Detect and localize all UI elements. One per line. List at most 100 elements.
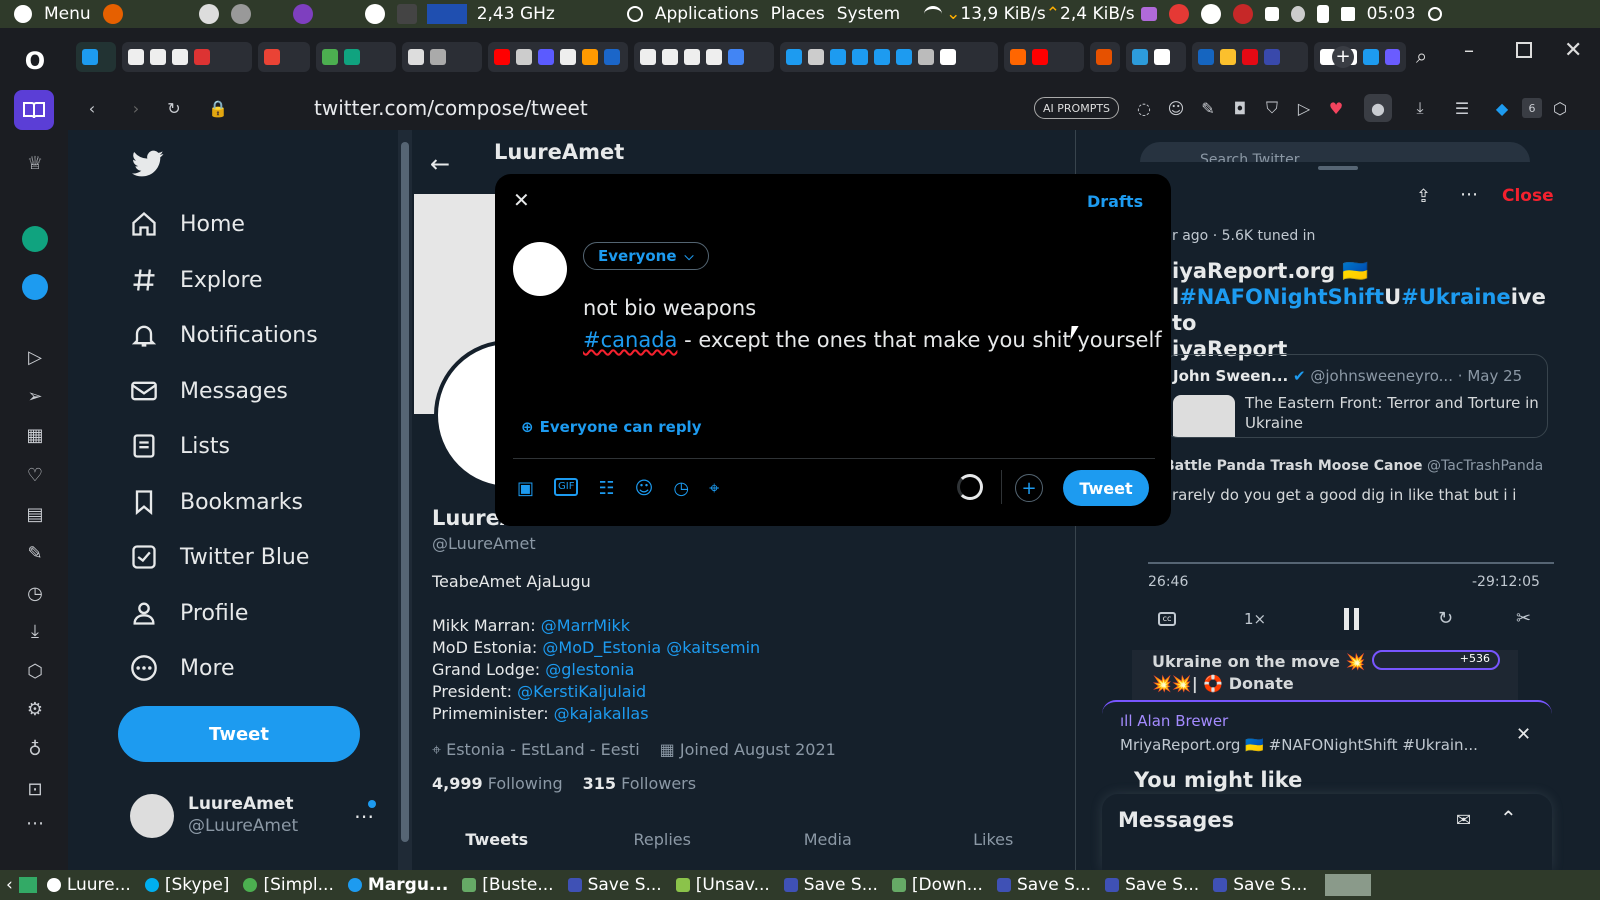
taskbar-item[interactable]: Save S... xyxy=(1105,875,1199,895)
mini-close-icon[interactable]: ✕ xyxy=(1516,724,1531,745)
bio-link[interactable]: @kajakallas xyxy=(554,704,649,723)
bio-link[interactable]: @KerstiKaljulaid xyxy=(517,682,646,701)
vpn-shield-icon[interactable] xyxy=(1264,7,1279,21)
show-desktop-icon[interactable] xyxy=(18,877,37,893)
chat-icon[interactable]: ◌ xyxy=(1134,98,1154,118)
search-tabs-icon[interactable]: ⌕ xyxy=(1416,44,1427,68)
followers-link[interactable]: 315 Followers xyxy=(583,774,696,793)
photo-app-icon[interactable] xyxy=(1140,7,1157,21)
tab-group[interactable] xyxy=(258,42,310,72)
shield-icon[interactable]: ⛉ xyxy=(1262,98,1282,118)
nav-twitter-blue[interactable]: Twitter Blue xyxy=(130,537,309,577)
bio-link[interactable]: @MoD_Estonia @kaitsemin xyxy=(542,638,760,657)
tweet-submit-button[interactable]: Tweet xyxy=(1063,470,1149,506)
pencil-icon[interactable]: ✎ xyxy=(1198,98,1218,118)
nav-bookmarks[interactable]: Bookmarks xyxy=(130,482,303,522)
tab-likes[interactable]: Likes xyxy=(911,830,1077,849)
nav-lists[interactable]: Lists xyxy=(130,426,230,466)
location-icon[interactable]: ⌖ xyxy=(709,478,719,499)
taskbar-item[interactable]: [Skype] xyxy=(144,875,229,895)
skype-icon[interactable] xyxy=(1200,4,1221,24)
back-icon[interactable]: ‹ xyxy=(82,98,102,118)
menu-label[interactable]: Menu xyxy=(44,4,91,24)
settings-icon[interactable]: ⚙ xyxy=(22,696,48,722)
extension-cube-icon[interactable]: ⬡ xyxy=(1550,98,1570,118)
forward-icon[interactable]: › xyxy=(126,98,146,118)
record-icon[interactable] xyxy=(1168,4,1189,24)
twitter-logo-icon[interactable] xyxy=(132,150,164,178)
close-icon[interactable]: ✕ xyxy=(513,188,530,212)
taskbar-item[interactable]: Save S... xyxy=(1213,875,1307,895)
reply-setting-button[interactable]: ⊕ Everyone can reply xyxy=(521,418,701,436)
clock[interactable]: 05:03 xyxy=(1367,4,1416,24)
edit-icon[interactable]: ✎ xyxy=(22,540,48,566)
ai-prompts-button[interactable]: AI PROMPTS xyxy=(1034,97,1120,119)
skip-forward-icon[interactable]: ↻ xyxy=(1438,608,1453,629)
tab-group[interactable] xyxy=(1090,42,1120,72)
emoji-icon[interactable]: ☺ xyxy=(1166,98,1186,118)
space-close-button[interactable]: Close xyxy=(1502,186,1554,206)
cube-icon[interactable]: ⬡ xyxy=(22,658,48,684)
drag-handle[interactable] xyxy=(1318,166,1358,170)
send-icon[interactable]: ➢ xyxy=(22,383,48,409)
workspace-icon[interactable] xyxy=(14,90,54,130)
captions-icon[interactable]: cc xyxy=(1158,612,1176,626)
taskbar-item[interactable]: [Down... xyxy=(891,875,983,895)
camera-icon[interactable]: ◘ xyxy=(1230,98,1250,118)
nav-notifications[interactable]: Notifications xyxy=(130,315,318,355)
bio-link[interactable]: @MarrMikk xyxy=(541,616,630,635)
download-icon[interactable]: ⤓ xyxy=(1410,98,1430,118)
chatgpt-icon[interactable] xyxy=(22,226,48,252)
tab-group[interactable] xyxy=(122,42,252,72)
taskbar-item[interactable]: [Unsav... xyxy=(675,875,770,895)
mini-space-player[interactable]: ıll Alan Brewer MriyaReport.org 🇺🇦 #NAFO… xyxy=(1102,700,1552,770)
nav-messages[interactable]: Messages xyxy=(130,371,288,411)
new-tab-icon[interactable]: + xyxy=(1332,46,1354,68)
poll-icon[interactable]: ☷ xyxy=(598,478,614,499)
account-switcher[interactable]: LuureAmet @LuureAmet ⋯ xyxy=(130,790,390,846)
playback-speed-button[interactable]: 1× xyxy=(1244,610,1266,628)
playback-progress-bar[interactable] xyxy=(1148,562,1554,564)
battery-icon[interactable] xyxy=(1316,5,1329,23)
settings-gear-icon[interactable] xyxy=(230,4,251,24)
tab-group[interactable] xyxy=(76,42,116,72)
taskbar-item[interactable]: Save S... xyxy=(783,875,878,895)
add-tweet-icon[interactable]: + xyxy=(1015,474,1043,502)
taskbar-item[interactable]: Save S... xyxy=(996,875,1091,895)
wifi-icon[interactable] xyxy=(924,6,943,22)
tab-group[interactable] xyxy=(780,42,998,72)
extension-diamond-icon[interactable]: ◆ xyxy=(1492,98,1512,118)
more-dots-icon[interactable]: ⋯ xyxy=(22,810,48,836)
tweet-textarea[interactable]: not bio weapons #canada - except the one… xyxy=(583,292,1162,356)
taskbar-item[interactable]: [Buste... xyxy=(462,875,554,895)
tab-group[interactable] xyxy=(1126,42,1186,72)
volume-icon[interactable] xyxy=(1340,7,1355,21)
space-more-icon[interactable]: ⋯ xyxy=(1460,184,1478,205)
upload-box-icon[interactable]: ⊡ xyxy=(22,776,48,802)
tor-icon[interactable] xyxy=(292,4,313,24)
opera-logo-icon[interactable]: O xyxy=(22,47,48,75)
taskbar-item[interactable]: Save S... xyxy=(567,875,662,895)
expand-drawer-icon[interactable]: ⌃ xyxy=(1500,806,1517,830)
lightbulb-icon[interactable]: ♁ xyxy=(22,736,48,762)
twitter-side-icon[interactable] xyxy=(22,274,48,300)
power-icon[interactable] xyxy=(1427,7,1442,21)
notification-bell-icon[interactable] xyxy=(1290,6,1305,22)
terminal-icon[interactable] xyxy=(396,4,417,24)
history-icon[interactable]: ◷ xyxy=(22,580,48,606)
tab-group[interactable] xyxy=(488,42,628,72)
applications-menu[interactable]: Applications xyxy=(655,4,759,24)
back-arrow-icon[interactable]: ← xyxy=(430,150,450,178)
crown-icon[interactable]: ♕ xyxy=(22,150,48,176)
sidebar-tweet-button[interactable]: Tweet xyxy=(118,706,360,762)
linux-mint-menu-icon[interactable] xyxy=(14,5,32,23)
page-scrollbar-thumb[interactable] xyxy=(401,142,409,842)
extension-badge-icon[interactable]: 6 xyxy=(1522,98,1542,118)
app-launcher-icon[interactable] xyxy=(198,4,219,24)
gif-icon[interactable]: GIF xyxy=(554,478,579,496)
tab-group[interactable] xyxy=(1004,42,1084,72)
places-menu[interactable]: Places xyxy=(771,4,825,24)
audience-selector[interactable]: Everyone ⌵ xyxy=(583,242,709,270)
firefox-icon[interactable] xyxy=(102,4,123,24)
tab-group[interactable] xyxy=(634,42,774,72)
